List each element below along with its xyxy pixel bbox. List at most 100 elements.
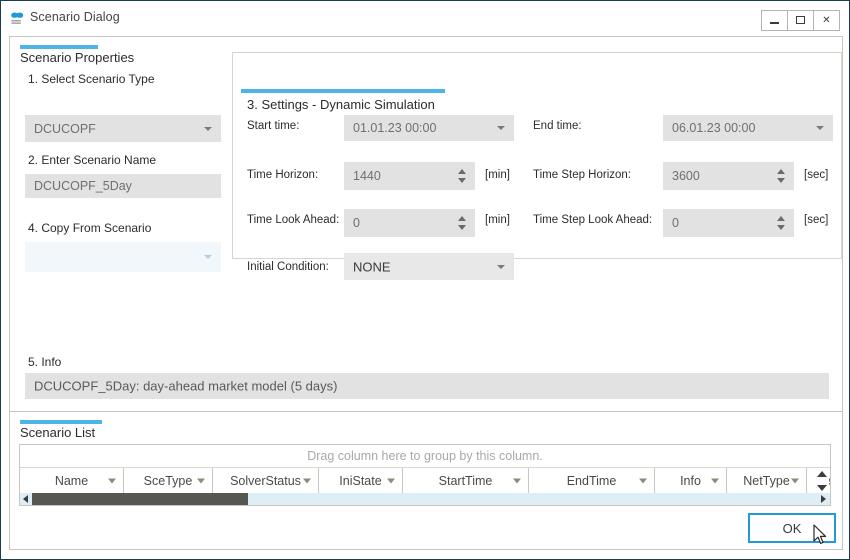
filter-icon[interactable] xyxy=(791,478,799,483)
maximize-button[interactable] xyxy=(787,10,814,31)
initial-condition-select[interactable]: NONE xyxy=(344,253,514,280)
grid-column-header[interactable]: SolverStatus xyxy=(213,468,319,493)
scenario-list-grid[interactable]: Drag column here to group by this column… xyxy=(19,444,831,506)
maximize-icon xyxy=(796,16,805,24)
close-icon: ✕ xyxy=(822,14,831,26)
grid-column-label: SolverStatus xyxy=(230,473,301,488)
spinner-up-icon[interactable] xyxy=(777,169,785,174)
grid-column-label: EndTime xyxy=(566,473,617,488)
initial-condition-label: Initial Condition: xyxy=(247,261,329,273)
chevron-down-icon xyxy=(204,255,212,259)
time-step-horizon-label: Time Step Horizon: xyxy=(533,169,631,181)
end-time-select[interactable]: 06.01.23 00:00 xyxy=(663,115,833,141)
time-step-horizon-unit: [sec] xyxy=(804,169,829,181)
chevron-down-icon xyxy=(497,264,505,269)
time-look-ahead-value: 0 xyxy=(353,216,360,230)
filter-icon[interactable] xyxy=(387,478,395,483)
time-horizon-stepper[interactable]: 1440 xyxy=(344,162,475,190)
start-time-value: 01.01.23 00:00 xyxy=(353,121,437,135)
time-step-look-ahead-unit: [sec] xyxy=(804,214,829,226)
filter-icon[interactable] xyxy=(639,478,647,483)
spinner-down-icon[interactable] xyxy=(777,225,785,230)
filter-icon[interactable] xyxy=(108,478,116,483)
grid-column-header[interactable]: NetType xyxy=(727,468,807,493)
scenario-type-value: DCUCOPF xyxy=(34,121,96,136)
scrollbar-thumb[interactable] xyxy=(32,493,248,505)
end-time-label: End time: xyxy=(533,120,582,132)
scenario-properties-caption: Scenario Properties xyxy=(20,50,135,65)
scroll-left-icon[interactable] xyxy=(23,495,28,503)
grid-column-label: IniState xyxy=(339,473,382,488)
window-title: Scenario Dialog xyxy=(30,10,120,24)
dialog-content-frame: Scenario Properties 1. Select Scenario T… xyxy=(9,36,843,550)
grid-column-header[interactable]: StartTime xyxy=(403,468,529,493)
time-step-look-ahead-stepper[interactable]: 0 xyxy=(663,209,794,237)
settings-accent xyxy=(241,89,445,93)
scenario-list-pane: Scenario List Drag column here to group … xyxy=(10,412,842,549)
grid-column-label: NetType xyxy=(743,473,790,488)
grid-column-header[interactable]: SceType xyxy=(124,468,213,493)
filter-icon[interactable] xyxy=(303,478,311,483)
spinner-up-icon[interactable] xyxy=(777,216,785,221)
step2-label: 2. Enter Scenario Name xyxy=(28,153,157,167)
grid-column-label: SceType xyxy=(143,473,193,488)
filter-icon[interactable] xyxy=(197,478,205,483)
info-display: DCUCOPF_5Day: day-ahead market model (5 … xyxy=(25,373,829,399)
step1-label: 1. Select Scenario Type xyxy=(28,72,155,86)
group-by-dropzone[interactable]: Drag column here to group by this column… xyxy=(20,445,830,468)
settings-caption: 3. Settings - Dynamic Simulation xyxy=(247,97,435,112)
grid-column-header[interactable]: IniState xyxy=(319,468,403,493)
scenario-properties-accent xyxy=(20,45,98,49)
time-step-look-ahead-value: 0 xyxy=(672,216,679,230)
grid-header-row: Name SceType SolverStatus IniState StartTime… xyxy=(20,468,830,493)
time-step-look-ahead-label: Time Step Look Ahead: xyxy=(533,214,653,226)
scenario-name-input[interactable]: DCUCOPF_5Day xyxy=(25,174,221,198)
filter-icon[interactable] xyxy=(711,478,719,483)
chevron-down-icon xyxy=(497,126,505,130)
time-horizon-value: 1440 xyxy=(353,169,381,183)
initial-condition-value: NONE xyxy=(353,259,391,274)
scroll-down-icon[interactable] xyxy=(817,485,827,491)
start-time-select[interactable]: 01.01.23 00:00 xyxy=(344,115,514,141)
spinner-down-icon[interactable] xyxy=(458,225,466,230)
minimize-button[interactable] xyxy=(761,10,788,31)
ok-button[interactable]: OK xyxy=(748,513,836,543)
scroll-up-icon[interactable] xyxy=(817,471,827,477)
copy-from-scenario-select[interactable] xyxy=(25,242,221,272)
scroll-right-icon[interactable] xyxy=(821,495,826,503)
spinner-up-icon[interactable] xyxy=(458,169,466,174)
grid-column-header[interactable]: Name xyxy=(20,468,124,493)
time-horizon-unit: [min] xyxy=(485,169,510,181)
group-by-hint: Drag column here to group by this column… xyxy=(307,449,543,463)
spinner-down-icon[interactable] xyxy=(458,178,466,183)
spinner-up-icon[interactable] xyxy=(458,216,466,221)
horizontal-scrollbar[interactable] xyxy=(20,493,830,505)
upper-pane: Scenario Properties 1. Select Scenario T… xyxy=(10,37,842,412)
time-look-ahead-stepper[interactable]: 0 xyxy=(344,209,475,237)
step4-label: 4. Copy From Scenario xyxy=(28,221,152,235)
time-look-ahead-label: Time Look Ahead: xyxy=(247,214,340,226)
scenario-dialog-window: Scenario Dialog ✕ Scenario Properties 1.… xyxy=(0,0,850,560)
filter-icon[interactable] xyxy=(513,478,521,483)
grid-column-header[interactable]: EndTime xyxy=(529,468,655,493)
chevron-down-icon xyxy=(204,126,212,131)
scenario-name-value: DCUCOPF_5Day xyxy=(34,179,132,193)
time-step-horizon-value: 3600 xyxy=(672,169,700,183)
window-controls: ✕ xyxy=(761,10,840,31)
info-text: DCUCOPF_5Day: day-ahead market model (5 … xyxy=(34,378,338,394)
ok-button-label: OK xyxy=(782,520,802,536)
titlebar: Scenario Dialog ✕ xyxy=(2,2,849,34)
time-horizon-label: Time Horizon: xyxy=(247,169,319,181)
spinner-down-icon[interactable] xyxy=(777,178,785,183)
vertical-scrollbar[interactable] xyxy=(815,469,829,493)
scenario-type-select[interactable]: DCUCOPF xyxy=(25,115,221,142)
grid-column-header[interactable]: Info xyxy=(655,468,727,493)
time-look-ahead-unit: [min] xyxy=(485,214,510,226)
close-button[interactable]: ✕ xyxy=(813,10,840,31)
app-logo-icon xyxy=(9,11,25,27)
grid-column-label: Name xyxy=(54,473,89,488)
end-time-value: 06.01.23 00:00 xyxy=(672,121,756,135)
step5-label: 5. Info xyxy=(28,355,62,369)
time-step-horizon-stepper[interactable]: 3600 xyxy=(663,162,794,190)
scenario-list-caption: Scenario List xyxy=(20,425,96,440)
